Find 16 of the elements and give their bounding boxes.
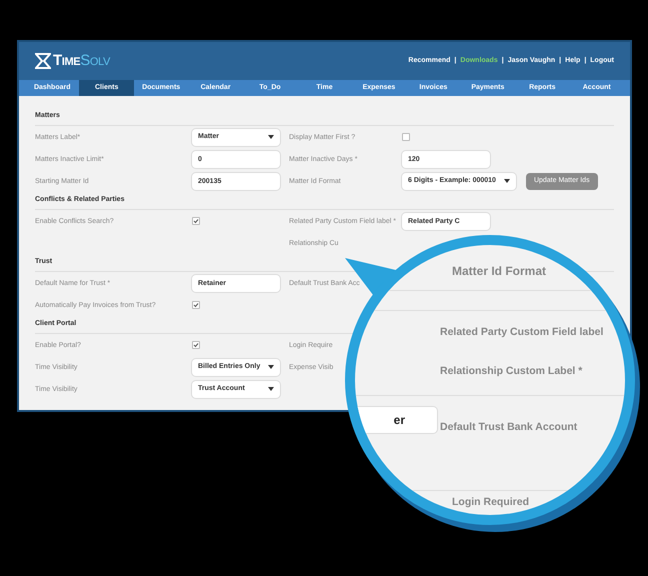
- checkbox[interactable]: [192, 301, 200, 309]
- caret-icon: [504, 179, 510, 183]
- magnified-label: Default Trust Bank Account: [440, 420, 578, 435]
- magnified-label: Relationship Custom Label *: [440, 364, 582, 379]
- logo-icon: [35, 53, 51, 69]
- magnified-label: Login Required: [452, 495, 529, 510]
- checkbox[interactable]: [192, 341, 200, 349]
- caret-icon: [268, 135, 274, 139]
- checkbox[interactable]: [402, 133, 410, 141]
- caret-icon: [268, 365, 274, 369]
- magnified-field: er: [355, 407, 437, 433]
- logo-text: TimeSolv: [53, 50, 110, 71]
- caret-icon: [268, 387, 274, 391]
- magnified-label: Related Party Custom Field label: [440, 325, 604, 340]
- magnified-label: Matter Id Format: [452, 263, 546, 280]
- checkbox[interactable]: [192, 217, 200, 225]
